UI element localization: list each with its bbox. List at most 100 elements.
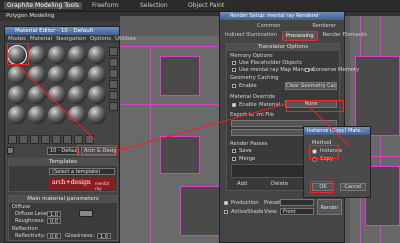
delete-button[interactable]: Delete: [271, 181, 288, 187]
material-toolbar: [8, 135, 94, 144]
reflection-header: Reflection: [12, 226, 38, 232]
template-select[interactable]: (Select a template): [49, 168, 115, 175]
render-tabs-row2: Indirect Illumination Processing Render …: [222, 31, 370, 41]
render-button[interactable]: Render: [317, 199, 342, 215]
activeshade-label: ActiveShade: [231, 209, 264, 215]
geometry-caching-label: Geometry Caching: [230, 75, 279, 81]
material-name-field[interactable]: 10 - Default: [47, 147, 79, 155]
make-unique-icon[interactable]: [52, 135, 61, 144]
use-placeholder-checkbox[interactable]: [232, 61, 236, 65]
sample-slot[interactable]: [68, 86, 86, 104]
menu-material[interactable]: Material: [30, 35, 52, 43]
material-editor-menubar: Modes Material Navigation Options Utilit…: [5, 35, 136, 43]
background-icon[interactable]: [109, 69, 118, 78]
options-icon[interactable]: [109, 102, 118, 111]
ribbon-tab-freeform[interactable]: Freeform: [92, 2, 119, 9]
diffuse-color-swatch[interactable]: [79, 210, 93, 217]
menu-options[interactable]: Options: [90, 35, 111, 43]
reflectivity-spinner[interactable]: 0.6: [47, 233, 61, 239]
brand-text: arch+design: [52, 179, 91, 186]
ribbon-tab-object-paint[interactable]: Object Paint: [188, 2, 224, 9]
sample-slot[interactable]: [88, 106, 106, 124]
use-mr-map-manager-checkbox[interactable]: [232, 68, 236, 72]
use-placeholder-label: Use Placeholder Objects: [239, 60, 302, 66]
clear-geometry-cache-button[interactable]: Clear Geometry Cache: [285, 82, 337, 90]
roughness-label: Roughness:: [15, 218, 46, 224]
sample-slot[interactable]: [68, 66, 86, 84]
assign-to-selection-icon[interactable]: [30, 135, 39, 144]
diffuse-level-label: Diffuse Level:: [15, 211, 51, 217]
merge-checkbox[interactable]: [232, 157, 236, 161]
main-params-rollout: Main material parameters Diffuse Diffuse…: [8, 195, 118, 241]
tab-indirect-illumination[interactable]: Indirect Illumination: [222, 31, 280, 41]
uv-tiling-icon[interactable]: [109, 80, 118, 89]
glossiness-spinner[interactable]: 1.0: [97, 233, 111, 239]
tab-processing[interactable]: Processing: [281, 31, 318, 41]
view-dropdown[interactable]: Front: [280, 208, 314, 215]
conserve-memory-checkbox[interactable]: [305, 68, 309, 72]
tab-render-elements[interactable]: Render Elements: [320, 31, 370, 41]
templates-rollout: Templates (Select a template) arch+desig…: [8, 158, 118, 192]
sample-slot[interactable]: [48, 66, 66, 84]
ribbon-tab-selection[interactable]: Selection: [140, 2, 168, 9]
main-params-header[interactable]: Main material parameters: [9, 196, 117, 203]
material-editor-title[interactable]: Material Editor - 10 - Default: [5, 27, 119, 35]
sample-slot[interactable]: [28, 106, 46, 124]
view-label: View:: [264, 209, 278, 215]
templates-rollout-header[interactable]: Templates: [9, 159, 117, 166]
activeshade-radio[interactable]: [224, 210, 228, 214]
sample-slot[interactable]: [68, 46, 86, 64]
render-passes-label: Render Passes: [230, 141, 268, 147]
roughness-spinner[interactable]: 0.0: [47, 218, 61, 224]
render-setup-title[interactable]: Render Setup: mental ray Renderer: [220, 12, 344, 20]
sample-slot[interactable]: [8, 106, 26, 124]
sample-slot[interactable]: [28, 66, 46, 84]
menu-navigation[interactable]: Navigation: [56, 35, 86, 43]
sample-slot[interactable]: [28, 46, 46, 64]
production-label: Production: [231, 200, 259, 206]
window-frame: [160, 56, 200, 96]
add-button[interactable]: Add: [237, 181, 247, 187]
menu-modes[interactable]: Modes: [8, 35, 26, 43]
conserve-memory-label: Conserve Memory: [312, 67, 360, 73]
ribbon-app-title[interactable]: Graphite Modeling Tools: [4, 2, 83, 9]
wire-edge: [120, 46, 220, 47]
diffuse-header: Diffuse: [12, 204, 31, 210]
arch-design-brand: arch+design mental ray: [49, 177, 115, 191]
reset-map-icon[interactable]: [41, 135, 50, 144]
sample-slot[interactable]: [8, 66, 26, 84]
sample-slot[interactable]: [48, 46, 66, 64]
sample-slot[interactable]: [88, 46, 106, 64]
ribbon-sub-label[interactable]: Polygon Modeling: [6, 13, 54, 19]
pick-material-icon[interactable]: [7, 147, 14, 154]
sample-slot[interactable]: [8, 86, 26, 104]
window-frame: [160, 136, 200, 174]
video-check-icon[interactable]: [109, 91, 118, 100]
save-checkbox[interactable]: [232, 149, 236, 153]
cancel-button[interactable]: Cancel: [340, 183, 366, 191]
menu-utilities[interactable]: Utilities: [115, 35, 136, 43]
sample-slot[interactable]: [48, 86, 66, 104]
tab-renderer[interactable]: Renderer: [309, 22, 339, 30]
sample-slot[interactable]: [88, 86, 106, 104]
save-label: Save: [239, 148, 252, 154]
highlight-selected-slot: [7, 43, 29, 65]
diffuse-level-spinner[interactable]: 1.0: [47, 211, 61, 217]
production-radio[interactable]: [224, 201, 228, 205]
tab-common[interactable]: Common: [254, 22, 283, 30]
mo-enable-checkbox[interactable]: [232, 103, 236, 107]
gc-enable-label: Enable: [239, 83, 257, 89]
sample-type-icon[interactable]: [109, 47, 118, 56]
highlight-instance-option: [309, 145, 339, 159]
material-id-icon[interactable]: [74, 135, 83, 144]
put-to-scene-icon[interactable]: [19, 135, 28, 144]
gc-enable-checkbox[interactable]: [232, 84, 236, 88]
preset-dropdown[interactable]: [280, 199, 314, 206]
sample-slot[interactable]: [88, 66, 106, 84]
translator-options-header[interactable]: Translator Options: [227, 44, 339, 51]
window-frame: [180, 186, 220, 236]
glossiness-label: Glossiness:: [65, 233, 95, 239]
get-material-icon[interactable]: [8, 135, 17, 144]
backlight-icon[interactable]: [109, 58, 118, 67]
put-to-library-icon[interactable]: [63, 135, 72, 144]
